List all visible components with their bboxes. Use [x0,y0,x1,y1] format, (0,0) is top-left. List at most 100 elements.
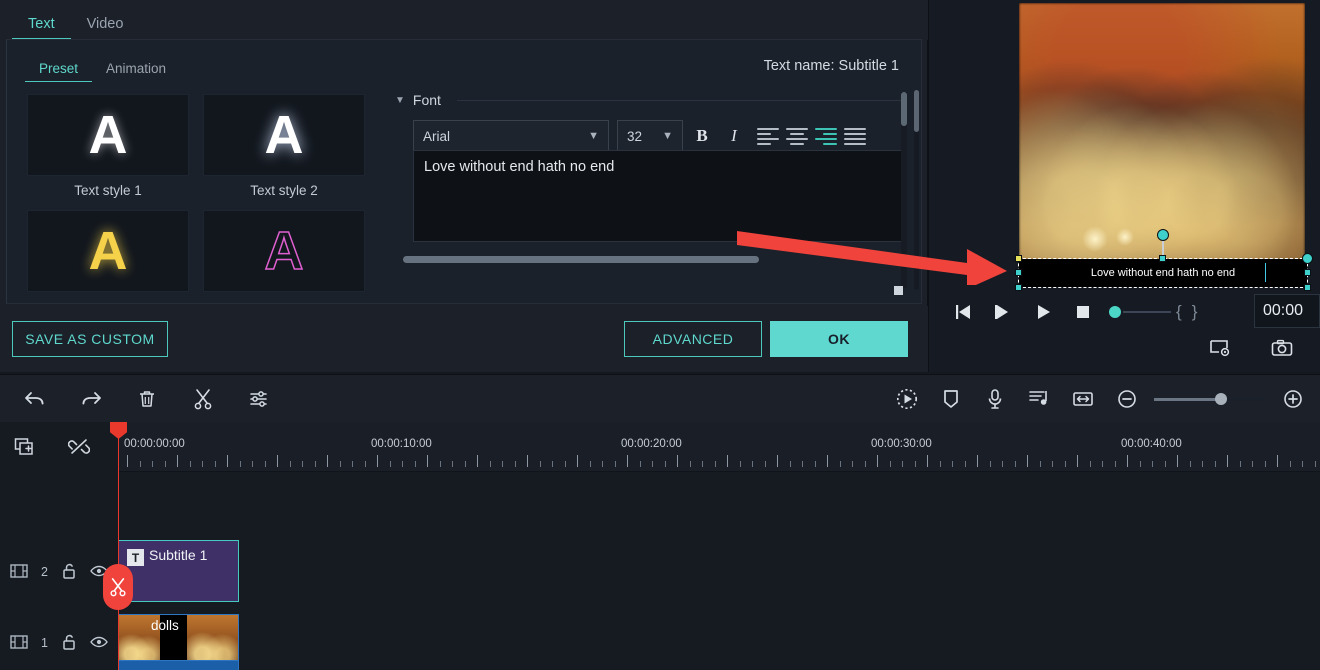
ok-button[interactable]: OK [770,321,908,357]
preset-item-3[interactable]: A [27,210,189,292]
next-frame-button[interactable] [983,296,1023,328]
app-root: Text Video Preset Animation Text name: S… [0,0,1320,670]
handle-bottom-right[interactable] [1304,284,1311,291]
unlink-icon[interactable] [62,430,96,464]
preview-footer-icons [1200,332,1302,364]
tab-preset[interactable]: Preset [25,61,93,82]
handle-top-left[interactable] [1015,255,1022,262]
bokeh-light [1081,226,1108,253]
preset-item-1[interactable]: A Text style 1 [27,94,189,198]
prev-frame-button[interactable] [943,296,983,328]
align-center-icon[interactable] [784,123,810,149]
zoom-slider-track[interactable] [1154,393,1266,405]
mark-in-label: { [1176,302,1182,321]
handle-mid-left[interactable] [1015,269,1022,276]
film-icon [10,563,28,582]
lock-icon[interactable] [61,633,77,654]
playhead[interactable] [110,422,127,670]
snapshot-camera-icon[interactable] [1262,332,1302,364]
volume-knob[interactable] [1109,306,1121,318]
marker-button[interactable] [934,382,968,416]
font-controls-row: Arial ▼ 32 ▼ B I [413,120,911,152]
preset-item-4[interactable]: A [203,210,365,292]
preset-label-1: Text style 1 [74,183,142,198]
chevron-down-icon: ▼ [588,130,599,142]
alignment-group [755,123,868,149]
dialog-vscrollbar-thumb[interactable] [901,92,907,126]
chevron-down-icon: ▼ [662,130,673,142]
preset-thumb-3: A [27,210,189,292]
preset-item-2[interactable]: A Text style 2 [203,94,365,198]
preset-scrollbar-thumb[interactable] [914,90,919,132]
font-section-header[interactable]: ▼ Font [389,88,911,108]
advanced-button[interactable]: ADVANCED [624,321,762,357]
track-body-1[interactable]: dolls [118,612,1320,670]
text-overlay-selection[interactable]: Love without end hath no end [1015,229,1313,291]
add-track-icon[interactable] [8,430,42,464]
volume-slider[interactable] [1109,306,1171,318]
ok-label: OK [828,331,850,347]
tab-animation[interactable]: Animation [92,61,180,82]
zoom-out-button[interactable] [1110,382,1144,416]
text-name-label: Text name: Subtitle 1 [763,58,899,74]
timeline-ruler[interactable]: 00:00:00:00 00:00:10:00 00:00:20:00 00:0… [118,422,1320,472]
advanced-label: ADVANCED [652,331,734,347]
font-section-label: Font [412,92,441,108]
split-marker-icon[interactable] [103,564,133,610]
dialog-top-tabs: Text Video [0,0,928,40]
settings-button[interactable] [242,382,276,416]
rotate-handle[interactable] [1157,229,1169,241]
eye-icon[interactable] [90,635,108,652]
handle-bottom-left[interactable] [1015,284,1022,291]
align-left-icon[interactable] [755,123,781,149]
align-right-icon[interactable] [813,123,839,149]
zoom-in-button[interactable] [1276,382,1310,416]
text-area-hscrollbar-thumb[interactable] [403,256,759,263]
track-body-2[interactable]: T Subtitle 1 [103,534,1320,610]
zoom-slider-knob[interactable] [1215,393,1228,405]
preset-list[interactable]: A Text style 1 A Text style 2 A A [17,88,377,298]
preset-glyph-icon: A [264,105,304,165]
track-number-1: 1 [41,636,48,650]
handle-top-center[interactable] [1159,255,1166,262]
handle-mid-right[interactable] [1304,269,1311,276]
text-area-hscrollbar[interactable] [403,256,787,263]
clip-dolls[interactable]: dolls [118,614,239,670]
clip-subtitle-1[interactable]: T Subtitle 1 [118,540,239,602]
align-justify-icon[interactable] [842,123,868,149]
display-settings-icon[interactable] [1200,332,1240,364]
record-voiceover-button[interactable] [890,382,924,416]
italic-button[interactable]: I [721,121,747,151]
redo-button[interactable] [74,382,108,416]
undo-button[interactable] [18,382,52,416]
mark-in-button[interactable]: { [1171,302,1187,322]
text-content-value: Love without end hath no end [424,159,615,175]
ruler-label: 00:00:10:00 [371,438,432,450]
volume-track[interactable] [1123,311,1171,313]
stop-button[interactable] [1063,296,1103,328]
timeline-header-icons [8,430,96,464]
save-as-custom-button[interactable]: SAVE AS CUSTOM [12,321,168,357]
split-button[interactable] [186,382,220,416]
tab-text[interactable]: Text [12,16,71,40]
mark-out-button[interactable]: } [1187,302,1203,322]
timeline-zoom-slider[interactable] [1154,382,1266,416]
tab-video[interactable]: Video [71,16,140,40]
text-edit-dialog: Text Video Preset Animation Text name: S… [0,0,928,372]
track-header-1: 1 [0,612,118,670]
audio-detach-button[interactable] [1022,382,1056,416]
delete-button[interactable] [130,382,164,416]
bold-button[interactable]: B [689,121,715,151]
lock-icon[interactable] [61,562,77,583]
font-size-value: 32 [627,128,643,144]
fit-timeline-button[interactable] [1066,382,1100,416]
microphone-button[interactable] [978,382,1012,416]
chevron-down-icon: ▼ [395,94,405,106]
mark-out-label: } [1191,302,1198,321]
timecode-display[interactable]: 00:00 [1254,294,1320,328]
track-header-2: 2 [0,534,118,610]
font-family-select[interactable]: Arial ▼ [413,120,609,152]
font-size-select[interactable]: 32 ▼ [617,120,683,152]
handle-top-right[interactable] [1302,253,1313,264]
play-button[interactable] [1023,296,1063,328]
